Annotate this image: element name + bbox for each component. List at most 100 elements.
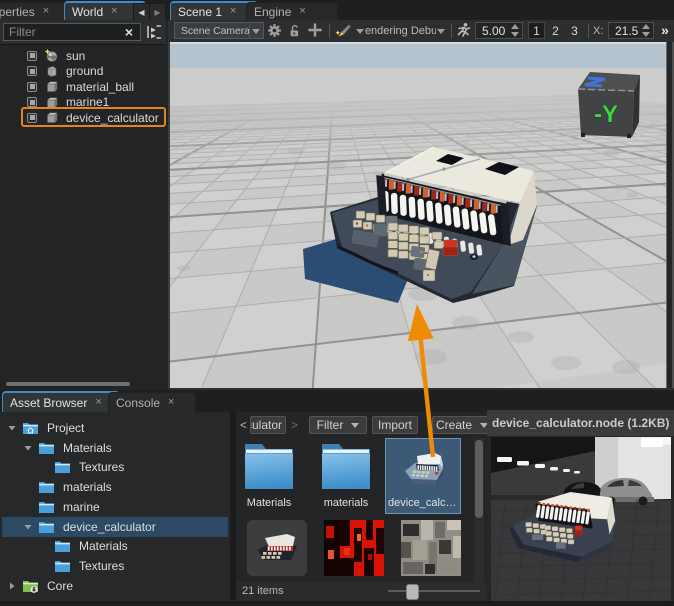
expander-open-icon[interactable] [8, 424, 16, 432]
speed-preset-1[interactable]: 1 [528, 22, 545, 39]
x-position-spinbox[interactable]: 21.5 [608, 22, 654, 39]
import-button[interactable]: Import [372, 416, 418, 434]
asset-tree-item-device_calculator[interactable]: device_calculator [2, 517, 228, 537]
spinner-arrows[interactable] [511, 24, 520, 37]
asset-tree-item-Materials[interactable]: Materials [2, 536, 228, 556]
viewport-3d-scene[interactable]: -Y [168, 42, 666, 388]
gizmo-front-axis-label: -Y [594, 101, 618, 128]
scrollbar-thumb[interactable] [475, 440, 483, 518]
spin-down-icon[interactable] [642, 32, 650, 37]
asset-tree-item-Project[interactable]: Project [2, 418, 228, 438]
red-texture-thumbnail [324, 520, 384, 576]
selected-node-outline [21, 107, 166, 127]
placement-plus-icon[interactable] [307, 22, 323, 38]
bottom-tabbar: Asset Browser×Console× [0, 390, 674, 412]
asset-tree: ProjectMaterialsTexturesmaterialsmarined… [0, 412, 230, 600]
filter-dropdown-button[interactable]: Filter [309, 416, 367, 434]
node-enabled-checkbox[interactable] [27, 82, 37, 92]
x-position-label: X: [593, 25, 603, 37]
spin-down-icon[interactable] [511, 32, 519, 37]
asset-tile-materials[interactable]: materials [309, 439, 383, 513]
lock-open-icon[interactable] [288, 23, 302, 38]
tab-engine[interactable]: Engine× [246, 2, 338, 20]
node-enabled-checkbox[interactable] [27, 51, 37, 61]
expander-spacer [40, 562, 48, 570]
hierarchy-hscrollbar[interactable] [6, 382, 130, 386]
asset-tile-label: device_calculator [388, 497, 458, 509]
hierarchy-item-label: sun [66, 49, 85, 63]
folder-icon [54, 559, 71, 573]
spinner-arrows[interactable] [642, 24, 651, 37]
collapse-all-icon[interactable] [146, 25, 162, 39]
filter-input[interactable]: Filter [3, 23, 141, 41]
tab-label: Properties [0, 5, 35, 19]
expander-open-icon[interactable] [24, 444, 32, 452]
speed-value: 5.00 [482, 24, 505, 38]
breadcrumb-forward-icon[interactable]: > [291, 418, 301, 432]
asset-tile-Materials[interactable]: Materials [232, 439, 306, 513]
asset-tree-item-Materials[interactable]: Materials [2, 438, 228, 458]
editor-window: Properties×World×◀▶Scene 1×Engine× Filte… [0, 0, 674, 606]
chevron-down-icon[interactable] [356, 29, 364, 34]
tab-scroll-right-button[interactable]: ▶ [149, 3, 166, 21]
runner-speed-icon[interactable] [456, 22, 472, 38]
hierarchy-filter-bar: Filter × [0, 20, 166, 44]
filter-clear-icon[interactable]: × [122, 25, 136, 39]
slider-handle[interactable] [406, 584, 419, 600]
tab-close-icon[interactable]: × [230, 6, 236, 17]
folder-icon [54, 539, 71, 553]
speed-spinbox[interactable]: 5.00 [475, 22, 523, 39]
spin-up-icon[interactable] [642, 24, 650, 29]
folder-icon [316, 439, 376, 495]
speed-preset-3[interactable]: 3 [566, 22, 583, 39]
expander-closed-icon[interactable] [8, 582, 16, 590]
node-icon [45, 80, 58, 93]
tab-scroll-left-button[interactable]: ◀ [133, 3, 150, 21]
tab-close-icon[interactable]: × [168, 397, 174, 408]
tab-close-icon[interactable]: × [111, 6, 117, 17]
asset-tree-item-marine[interactable]: marine [2, 497, 228, 517]
chevron-down-icon[interactable] [437, 29, 445, 34]
gear-icon[interactable] [267, 23, 282, 38]
expander-spacer [40, 463, 48, 471]
asset-grid-scrollbar[interactable] [474, 438, 484, 582]
scene-camera-select[interactable]: Scene Camera [174, 22, 264, 39]
asset-tree-item-Core[interactable]: Core [2, 576, 228, 596]
asset-tree-label: Textures [79, 460, 124, 474]
asset-tree-item-Textures[interactable]: Textures [2, 556, 228, 576]
hierarchy-item-ground[interactable]: ground [0, 63, 164, 79]
breadcrumb-back-icon[interactable]: < [240, 418, 250, 432]
spin-up-icon[interactable] [511, 24, 519, 29]
window-bottom-edge [0, 601, 674, 606]
thumbnail-size-slider[interactable] [388, 590, 480, 592]
wand-icon[interactable] [334, 23, 351, 38]
world-hierarchy-panel: Filter × sungroundmaterial_ballmarine1de… [0, 20, 166, 390]
create-dropdown-button[interactable]: Create [432, 416, 492, 434]
expander-open-icon[interactable] [24, 523, 32, 531]
toolbar-overflow-button[interactable]: » [658, 21, 672, 39]
folder-icon [38, 520, 55, 534]
tab-close-icon[interactable]: × [299, 6, 305, 17]
preview-render [491, 437, 671, 603]
asset-tree-item-Textures[interactable]: Textures [2, 457, 228, 477]
tab-close-icon[interactable]: × [95, 397, 101, 408]
hierarchy-item-sun[interactable]: sun [0, 48, 164, 64]
node-enabled-checkbox[interactable] [27, 97, 37, 107]
rendering-debug-select[interactable]: Rendering Debug [365, 22, 436, 39]
tab-close-icon[interactable]: × [43, 6, 49, 17]
tab-asset-browser[interactable]: Asset Browser× [2, 391, 120, 412]
expander-spacer [40, 542, 48, 550]
asset-preview-panel: device_calculator.node (1.2KB) [487, 410, 674, 606]
preview-title: device_calculator.node (1.2KB) [492, 416, 669, 430]
breadcrumb-button[interactable]: device_calculator [250, 416, 286, 434]
hierarchy-item-label: ground [66, 64, 103, 78]
tab-scene-1[interactable]: Scene 1× [170, 1, 258, 20]
hierarchy-item-material_ball[interactable]: material_ball [0, 79, 164, 95]
viewport-left-edge [168, 42, 170, 388]
asset-tile-device_calculator[interactable]: device_calculator [386, 439, 460, 513]
viewport-toolbar: Scene Camera Rendering Debug 5.00 123 X: 21.5… [168, 20, 674, 42]
asset-tree-item-materials[interactable]: materials [2, 477, 228, 497]
speed-preset-2[interactable]: 2 [547, 22, 564, 39]
tab-console[interactable]: Console× [108, 392, 196, 412]
node-enabled-checkbox[interactable] [27, 66, 37, 76]
